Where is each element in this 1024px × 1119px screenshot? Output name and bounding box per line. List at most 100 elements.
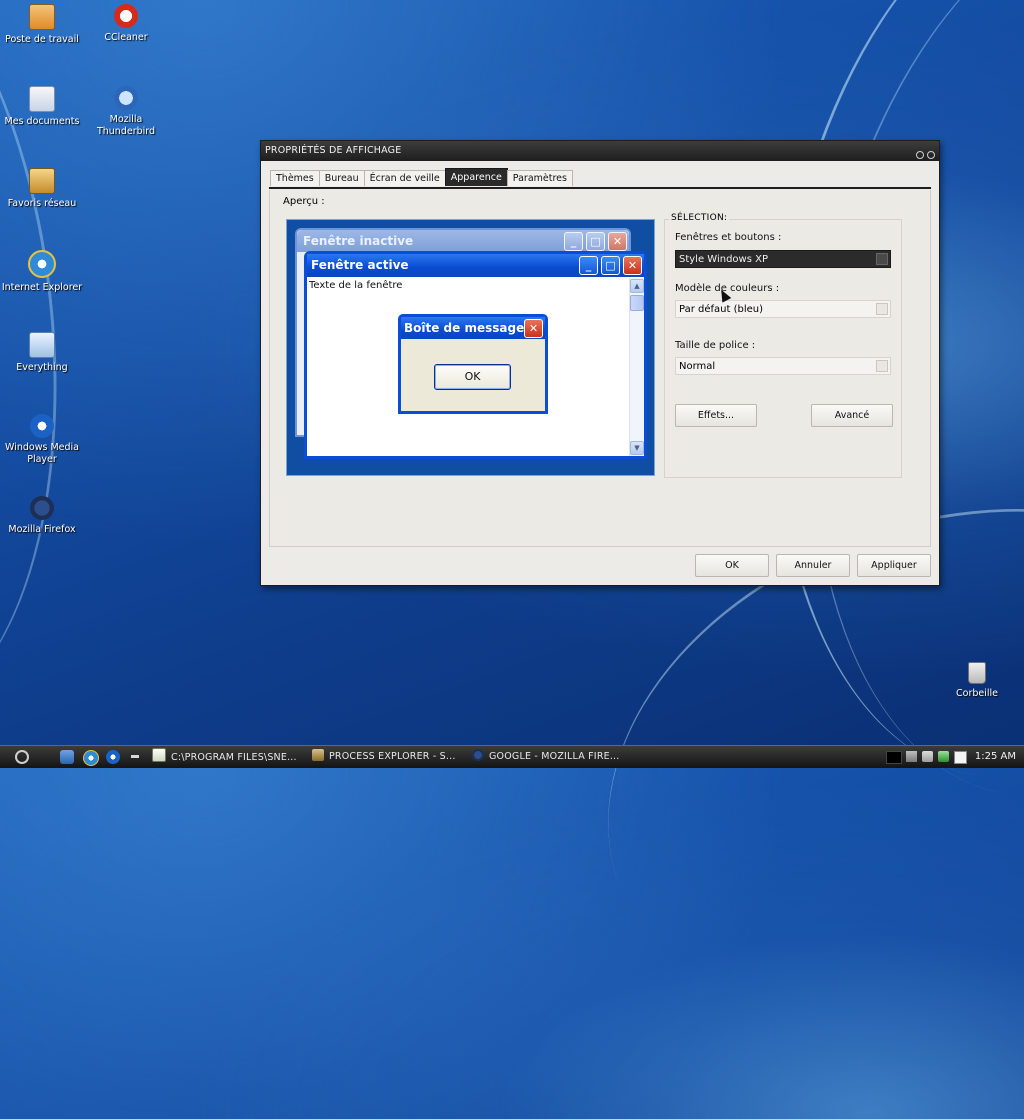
desktop-icon-label: Everything	[16, 362, 68, 373]
tab-screensaver[interactable]: Écran de veille	[363, 170, 446, 186]
close-icon: ✕	[623, 256, 642, 275]
desktop-icon-label: Mozilla Firefox	[8, 524, 76, 535]
network-places-icon	[29, 168, 55, 194]
recycle-bin-icon	[968, 662, 986, 684]
thunderbird-icon	[114, 86, 138, 110]
maximize-icon: □	[586, 232, 605, 251]
windows-buttons-select[interactable]: Style Windows XP	[675, 250, 891, 268]
preview-window-text: Texte de la fenêtre	[309, 280, 403, 291]
terminal-tray-icon[interactable]	[886, 751, 902, 764]
scroll-down-arrow-icon: ▼	[630, 441, 644, 455]
desktop-icon-ccleaner[interactable]: CCleaner	[84, 4, 168, 44]
desktop-icon-media-player[interactable]: Windows Media Player	[0, 414, 84, 466]
preview-active-window: Fenêtre active _ □ ✕ Texte de la fenêtre ▲…	[304, 251, 647, 459]
taskbar-item-label: GOOGLE - MOZILLA FIRE...	[489, 751, 620, 762]
maximize-icon: □	[601, 256, 620, 275]
taskbar-item-firefox[interactable]: GOOGLE - MOZILLA FIRE...	[472, 748, 619, 766]
desktop-icon-my-computer[interactable]: Poste de travail	[0, 4, 84, 46]
scroll-thumb	[630, 295, 644, 311]
font-size-value: Normal	[679, 361, 716, 372]
tab-settings[interactable]: Paramètres	[506, 170, 573, 186]
color-scheme-select[interactable]: Par défaut (bleu)	[675, 300, 891, 318]
taskbar-clock[interactable]: 1:25 AM	[975, 746, 1016, 768]
dropdown-arrow-icon[interactable]	[876, 360, 888, 372]
firefox-icon	[30, 496, 54, 520]
firefox-icon	[472, 749, 484, 761]
preview-active-titlebar: Fenêtre active _ □ ✕	[307, 254, 644, 277]
effects-button[interactable]: Effets...	[675, 404, 757, 427]
display-properties-dialog: PROPRIÉTÉS DE AFFICHAGE Thèmes Bureau Éc…	[260, 140, 940, 586]
desktop-icon-label: Internet Explorer	[1, 282, 83, 293]
desktop-icon-thunderbird[interactable]: Mozilla Thunderbird	[84, 86, 168, 138]
desktop-icon-network-places[interactable]: Favoris réseau	[0, 168, 84, 210]
minimize-icon: _	[564, 232, 583, 251]
safely-remove-icon[interactable]	[938, 751, 949, 762]
selection-group-label: SÉLECTION:	[669, 213, 730, 223]
preview-message-ok-button: OK	[434, 364, 511, 390]
help-button[interactable]	[916, 151, 924, 159]
desktop-icon-label: Poste de travail	[5, 34, 79, 45]
volume-icon[interactable]	[922, 751, 933, 762]
ok-button[interactable]: OK	[695, 554, 769, 577]
selection-group: SÉLECTION: Fenêtres et boutons : Style W…	[664, 213, 902, 478]
desktop-icon-my-documents[interactable]: Mes documents	[0, 86, 84, 128]
dropdown-arrow-icon[interactable]	[876, 253, 888, 265]
font-size-select[interactable]: Normal	[675, 357, 891, 375]
process-explorer-icon	[312, 749, 324, 761]
desktop-icon-label: Mes documents	[4, 116, 80, 127]
cancel-button[interactable]: Annuler	[776, 554, 850, 577]
desktop-icon-label: Corbeille	[956, 688, 998, 699]
dialog-title: PROPRIÉTÉS DE AFFICHAGE	[265, 145, 402, 156]
preview-message-title: Boîte de message	[404, 321, 525, 335]
desktop-icon-everything[interactable]: Everything	[0, 332, 84, 374]
preview-message-titlebar: Boîte de message ✕	[401, 317, 545, 339]
quicklaunch-minus-icon[interactable]	[131, 755, 139, 758]
taskbar-item-process-explorer[interactable]: PROCESS EXPLORER - S...	[312, 748, 456, 766]
notepad-icon	[152, 748, 166, 762]
apply-button[interactable]: Appliquer	[857, 554, 931, 577]
minimize-icon: _	[579, 256, 598, 275]
computer-icon	[29, 4, 55, 30]
appearance-preview: Fenêtre inactive _ □ ✕ Fenêtre active _ □ ✕ …	[286, 219, 655, 476]
desktop-icon-label: Windows Media Player	[5, 442, 79, 465]
tab-desktop[interactable]: Bureau	[318, 170, 365, 186]
preview-message-box: Boîte de message ✕ OK	[398, 314, 548, 414]
desktop-icon-label: Mozilla Thunderbird	[96, 114, 156, 137]
close-icon: ✕	[524, 319, 543, 338]
media-player-icon	[30, 414, 54, 438]
taskbar-item-label: PROCESS EXPLORER - S...	[329, 751, 456, 762]
desktop-icon-firefox[interactable]: Mozilla Firefox	[0, 496, 84, 536]
advanced-button[interactable]: Avancé	[811, 404, 893, 427]
taskbar-item-label: C:\PROGRAM FILES\SNE...	[171, 752, 297, 763]
tray-app-icon[interactable]	[906, 751, 917, 762]
preview-scrollbar: ▲ ▼	[629, 278, 644, 456]
tray-window-icon[interactable]	[954, 751, 967, 764]
start-button[interactable]	[15, 750, 29, 764]
color-scheme-value: Par défaut (bleu)	[679, 304, 764, 315]
preview-inactive-titlebar: Fenêtre inactive _ □ ✕	[297, 230, 629, 252]
dropdown-arrow-icon[interactable]	[876, 303, 888, 315]
tab-divider	[269, 187, 931, 189]
taskbar-item-notepad[interactable]: C:\PROGRAM FILES\SNE...	[152, 748, 297, 766]
preview-active-title: Fenêtre active	[311, 258, 409, 272]
ccleaner-icon	[114, 4, 138, 28]
close-icon: ✕	[608, 232, 627, 251]
font-size-label: Taille de police :	[675, 340, 756, 351]
desktop-icon-recycle-bin[interactable]: Corbeille	[935, 662, 1019, 700]
desktop-icon-label: CCleaner	[104, 32, 148, 43]
documents-folder-icon	[29, 86, 55, 112]
scroll-up-arrow-icon: ▲	[630, 279, 644, 293]
windows-buttons-label: Fenêtres et boutons :	[675, 232, 782, 243]
desktop-icon-label: Favoris réseau	[7, 198, 77, 209]
dialog-title-bar[interactable]: PROPRIÉTÉS DE AFFICHAGE	[261, 141, 939, 161]
desktop-icon-internet-explorer[interactable]: Internet Explorer	[0, 250, 84, 294]
windows-buttons-value: Style Windows XP	[679, 254, 768, 265]
media-player-icon[interactable]	[106, 750, 120, 764]
tab-themes[interactable]: Thèmes	[270, 170, 320, 186]
internet-explorer-icon[interactable]	[83, 750, 99, 766]
preview-label: Aperçu :	[283, 196, 325, 207]
close-button[interactable]	[927, 151, 935, 159]
tab-appearance[interactable]: Apparence	[444, 168, 508, 186]
internet-explorer-icon	[28, 250, 56, 278]
show-desktop-icon[interactable]	[60, 750, 74, 764]
